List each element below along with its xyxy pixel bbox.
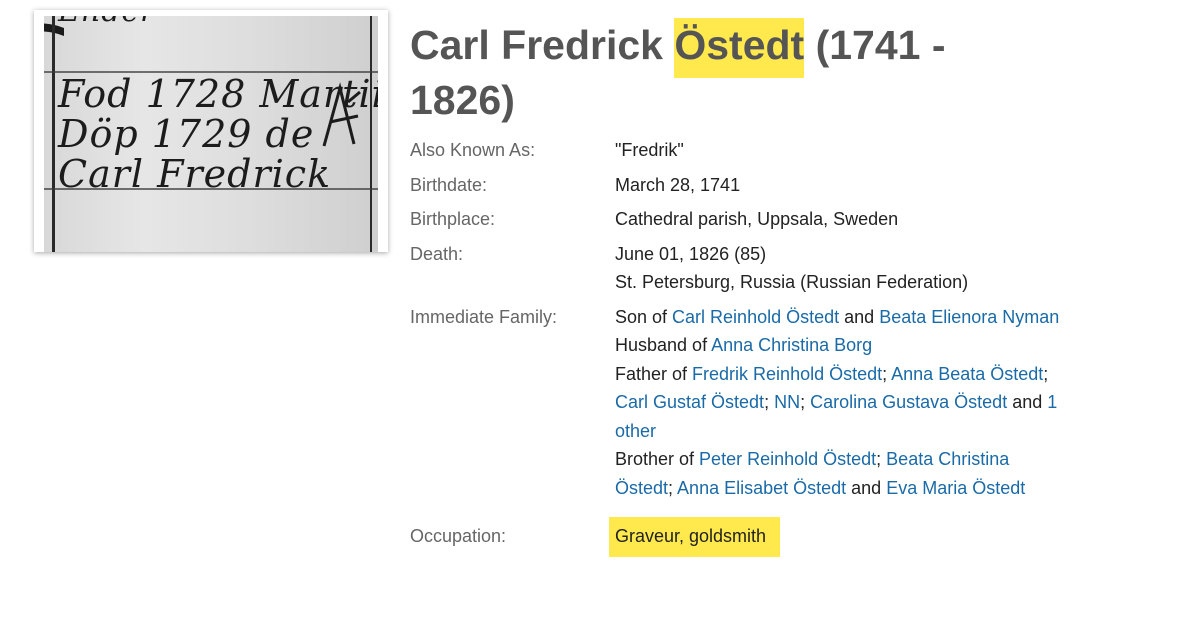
family-parents: Son of Carl Reinhold Östedt and Beata El… xyxy=(615,303,1070,332)
fact-value: March 28, 1741 xyxy=(615,174,741,195)
fact-label: Birthplace: xyxy=(410,209,496,229)
family-relation-text: Husband of xyxy=(615,335,712,355)
family-link[interactable]: Peter Reinhold Östedt xyxy=(699,449,876,469)
family-link[interactable]: Fredrik Reinhold Östedt xyxy=(692,364,882,384)
fact-row-birthdate: Birthdate: March 28, 1741 xyxy=(410,171,1070,200)
family-link[interactable]: Beata Elienora Nyman xyxy=(879,307,1059,327)
family-connector: ; xyxy=(882,363,892,384)
family-connector: ; xyxy=(800,392,811,412)
fact-label: Birthdate: xyxy=(410,174,488,195)
title-highlight: Östedt xyxy=(674,18,805,78)
family-relation-text: Son of xyxy=(615,306,673,327)
photo-script-line: Carl Fredrick xyxy=(58,152,332,196)
fact-value: "Fredrik" xyxy=(615,140,684,160)
page-title: Carl Fredrick Östedt (1741 - 1826) xyxy=(410,18,1030,128)
family-connector: and xyxy=(839,306,880,327)
family-spouse: Husband of Anna Christina Borg xyxy=(615,331,1070,360)
occupation-highlight: Graveur, goldsmith xyxy=(609,517,781,557)
family-relation-text: Brother of xyxy=(615,449,700,469)
fact-row-family: Immediate Family: Son of Carl Reinhold Ö… xyxy=(410,303,1070,503)
family-connector: ; xyxy=(1043,363,1049,384)
photo-margin-line xyxy=(52,16,55,252)
profile-photo-frame[interactable]: Ender Fod 1728 Martii Döp 1729 de Carl F… xyxy=(34,10,388,252)
family-link[interactable]: Anna Elisabet Östedt xyxy=(677,478,846,498)
photo-mark-icon xyxy=(322,82,361,147)
fact-label: Immediate Family: xyxy=(410,306,558,327)
death-place: St. Petersburg, Russia (Russian Federati… xyxy=(615,272,969,292)
photo-script-line: Döp 1729 de xyxy=(58,112,315,156)
family-link[interactable]: Anna Christina Borg xyxy=(711,335,872,355)
fact-value: Cathedral parish, Uppsala, Sweden xyxy=(615,209,899,229)
family-connector: ; xyxy=(668,477,678,498)
fact-row-occupation: Occupation: Graveur, goldsmith xyxy=(410,517,1070,557)
photo-script-line: Ender xyxy=(58,16,156,29)
family-siblings: Brother of Peter Reinhold Östedt; Beata … xyxy=(615,445,1070,502)
family-link[interactable]: Carl Reinhold Östedt xyxy=(672,307,839,327)
fact-row-death: Death: June 01, 1826 (85) St. Petersburg… xyxy=(410,240,1070,297)
death-date: June 01, 1826 (85) xyxy=(615,243,767,264)
family-link[interactable]: Carl Gustaf Östedt xyxy=(615,392,764,412)
family-link[interactable]: Carolina Gustava Östedt xyxy=(810,392,1007,412)
fact-label: Occupation: xyxy=(410,526,507,546)
family-link[interactable]: NN xyxy=(774,392,800,412)
fact-label: Death: xyxy=(410,243,464,264)
title-name: Carl Fredrick xyxy=(410,22,675,68)
family-relation-text: Father of xyxy=(615,363,693,384)
fact-row-birthplace: Birthplace: Cathedral parish, Uppsala, S… xyxy=(410,205,1070,234)
fact-label: Also Known As: xyxy=(410,140,536,160)
profile-facts: Also Known As: "Fredrik" Birthdate: Marc… xyxy=(410,136,1070,557)
fact-row-aka: Also Known As: "Fredrik" xyxy=(410,136,1070,165)
family-connector: and xyxy=(1007,392,1048,412)
profile-photo[interactable]: Ender Fod 1728 Martii Döp 1729 de Carl F… xyxy=(44,16,378,252)
photo-margin-line xyxy=(370,16,372,252)
family-link[interactable]: Anna Beata Östedt xyxy=(891,364,1043,384)
fact-value: June 01, 1826 (85) St. Petersburg, Russi… xyxy=(615,240,1070,297)
family-connector: and xyxy=(846,477,887,498)
fact-value: Graveur, goldsmith xyxy=(609,517,1070,557)
family-link[interactable]: Eva Maria Östedt xyxy=(886,478,1025,498)
family-connector: ; xyxy=(876,449,887,469)
fact-value: Son of Carl Reinhold Östedt and Beata El… xyxy=(615,303,1070,503)
family-connector: ; xyxy=(764,392,775,412)
family-children: Father of Fredrik Reinhold Östedt; Anna … xyxy=(615,360,1070,446)
